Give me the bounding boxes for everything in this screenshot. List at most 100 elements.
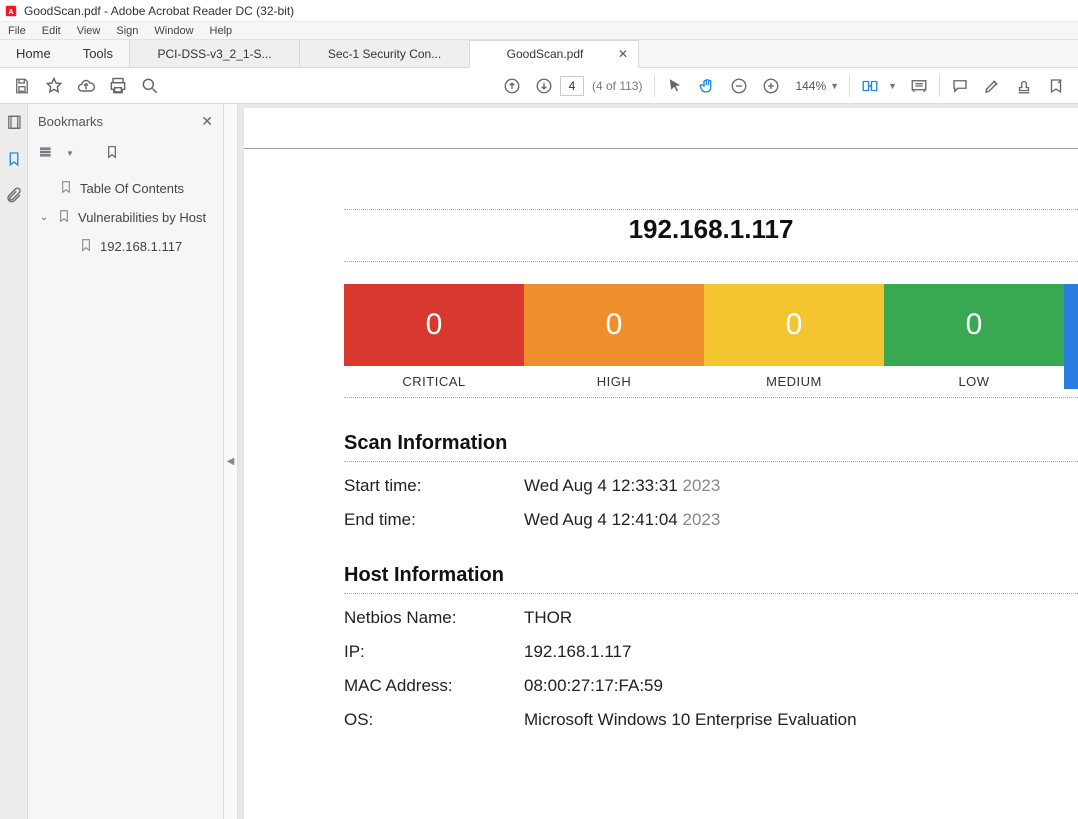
severity-low: 0 LOW (884, 284, 1064, 389)
chevron-down-icon[interactable]: ▼ (888, 81, 897, 91)
severity-value: 0 (704, 284, 884, 366)
host-netbios-label: Netbios Name: (344, 608, 524, 628)
bookmark-icon (78, 237, 94, 256)
host-ip-row: IP: 192.168.1.117 (344, 642, 1078, 662)
window-title: GoodScan.pdf - Adobe Acrobat Reader DC (… (24, 4, 294, 18)
chevron-down-icon[interactable]: ▼ (66, 149, 74, 158)
scan-end-label: End time: (344, 510, 524, 530)
bookmark-icon (58, 179, 74, 198)
save-icon[interactable] (6, 70, 38, 102)
bookmarks-icon[interactable] (3, 148, 25, 170)
page-separator (244, 148, 1078, 149)
bookmarks-title: Bookmarks (38, 114, 103, 129)
severity-info-strip (1064, 284, 1078, 389)
scan-end-value: Wed Aug 4 12:41:04 2023 (524, 510, 720, 530)
zoom-out-icon[interactable] (723, 70, 755, 102)
bookmarks-panel: Bookmarks ✕ ▼ Table Of Contents ⌄ Vulner… (28, 104, 224, 819)
toolbar: (4 of 113) 144% ▼ ▼ (0, 68, 1078, 104)
tab-tools[interactable]: Tools (67, 40, 129, 67)
scan-start-label: Start time: (344, 476, 524, 496)
bookmarks-header: Bookmarks ✕ (28, 104, 223, 138)
host-netbios-row: Netbios Name: THOR (344, 608, 1078, 628)
severity-medium: 0 MEDIUM (704, 284, 884, 389)
scan-end-row: End time: Wed Aug 4 12:41:04 2023 (344, 510, 1078, 530)
host-os-value: Microsoft Windows 10 Enterprise Evaluati… (524, 710, 857, 730)
svg-text:A: A (8, 8, 13, 15)
bookmark-icon (56, 208, 72, 227)
host-mac-row: MAC Address: 08:00:27:17:FA:59 (344, 676, 1078, 696)
bookmarks-tools: ▼ (28, 138, 223, 168)
menu-item-edit[interactable]: Edit (34, 23, 69, 39)
doctab-label: GoodScan.pdf (480, 47, 610, 61)
options-icon[interactable] (38, 144, 54, 163)
tabstrip-filler (639, 40, 1078, 67)
host-info-heading: Host Information (344, 564, 1078, 594)
severity-label: HIGH (524, 366, 704, 389)
panel-collapse-handle[interactable]: ◀ (224, 104, 238, 819)
host-mac-label: MAC Address: (344, 676, 524, 696)
severity-label: MEDIUM (704, 366, 884, 389)
doctab-pci[interactable]: PCI-DSS-v3_2_1-S... (129, 40, 299, 67)
page-down-icon[interactable] (528, 70, 560, 102)
close-icon[interactable]: ✕ (618, 47, 628, 61)
find-bookmark-icon[interactable] (104, 144, 120, 163)
bookmark-host-ip[interactable]: 192.168.1.117 (34, 232, 219, 261)
doctab-goodscan[interactable]: GoodScan.pdf ✕ (469, 40, 639, 68)
severity-high: 0 HIGH (524, 284, 704, 389)
severity-value: 0 (884, 284, 1064, 366)
left-rail (0, 104, 28, 819)
zoom-in-icon[interactable] (755, 70, 787, 102)
hand-icon[interactable] (691, 70, 723, 102)
stamp-icon[interactable] (1008, 70, 1040, 102)
print-icon[interactable] (102, 70, 134, 102)
menu-item-sign[interactable]: Sign (108, 23, 146, 39)
read-mode-icon[interactable] (903, 70, 935, 102)
zoom-level: 144% (795, 79, 826, 93)
host-ip-label: IP: (344, 642, 524, 662)
menu-item-file[interactable]: File (0, 23, 34, 39)
search-icon[interactable] (134, 70, 166, 102)
host-os-label: OS: (344, 710, 524, 730)
severity-grid: 0 CRITICAL 0 HIGH 0 MEDIUM 0 LOW (344, 284, 1078, 398)
bookmarks-tree: Table Of Contents ⌄ Vulnerabilities by H… (28, 168, 223, 819)
tab-home[interactable]: Home (0, 40, 67, 67)
main-area: Bookmarks ✕ ▼ Table Of Contents ⌄ Vulner… (0, 104, 1078, 819)
doctab-sec1[interactable]: Sec-1 Security Con... (299, 40, 469, 67)
chevron-down-icon[interactable]: ⌄ (38, 212, 50, 223)
page-number-input[interactable] (560, 76, 584, 96)
bookmark-toc[interactable]: Table Of Contents (34, 174, 219, 203)
host-netbios-value: THOR (524, 608, 572, 628)
menu-item-help[interactable]: Help (202, 23, 241, 39)
report-host-title: 192.168.1.117 (344, 209, 1078, 262)
page-up-icon[interactable] (496, 70, 528, 102)
bookmark-label: 192.168.1.117 (100, 239, 182, 254)
thumbnails-icon[interactable] (3, 112, 25, 134)
menu-item-window[interactable]: Window (146, 23, 201, 39)
star-icon[interactable] (38, 70, 70, 102)
close-panel-icon[interactable]: ✕ (201, 113, 213, 130)
comment-icon[interactable] (944, 70, 976, 102)
tab-strip: Home Tools PCI-DSS-v3_2_1-S... Sec-1 Sec… (0, 40, 1078, 68)
bookmark-vuln-by-host[interactable]: ⌄ Vulnerabilities by Host (34, 203, 219, 232)
document-viewport[interactable]: 192.168.1.117 0 CRITICAL 0 HIGH 0 MEDIUM (238, 104, 1078, 819)
fit-width-icon[interactable] (854, 70, 886, 102)
more-tools-icon[interactable] (1040, 70, 1072, 102)
scan-start-row: Start time: Wed Aug 4 12:33:31 2023 (344, 476, 1078, 496)
attachments-icon[interactable] (3, 184, 25, 206)
severity-label: CRITICAL (344, 366, 524, 389)
scan-info-heading: Scan Information (344, 432, 1078, 462)
doctab-label: Sec-1 Security Con... (310, 47, 459, 61)
bookmark-label: Vulnerabilities by Host (78, 210, 206, 225)
pointer-icon[interactable] (659, 70, 691, 102)
severity-value: 0 (524, 284, 704, 366)
bookmark-label: Table Of Contents (80, 181, 184, 196)
cloud-upload-icon[interactable] (70, 70, 102, 102)
doctab-label: PCI-DSS-v3_2_1-S... (140, 47, 289, 61)
app-icon: A (4, 4, 18, 18)
severity-critical: 0 CRITICAL (344, 284, 524, 389)
menu-item-view[interactable]: View (69, 23, 109, 39)
chevron-down-icon[interactable]: ▼ (830, 81, 839, 91)
host-mac-value: 08:00:27:17:FA:59 (524, 676, 663, 696)
titlebar: A GoodScan.pdf - Adobe Acrobat Reader DC… (0, 0, 1078, 22)
highlight-icon[interactable] (976, 70, 1008, 102)
